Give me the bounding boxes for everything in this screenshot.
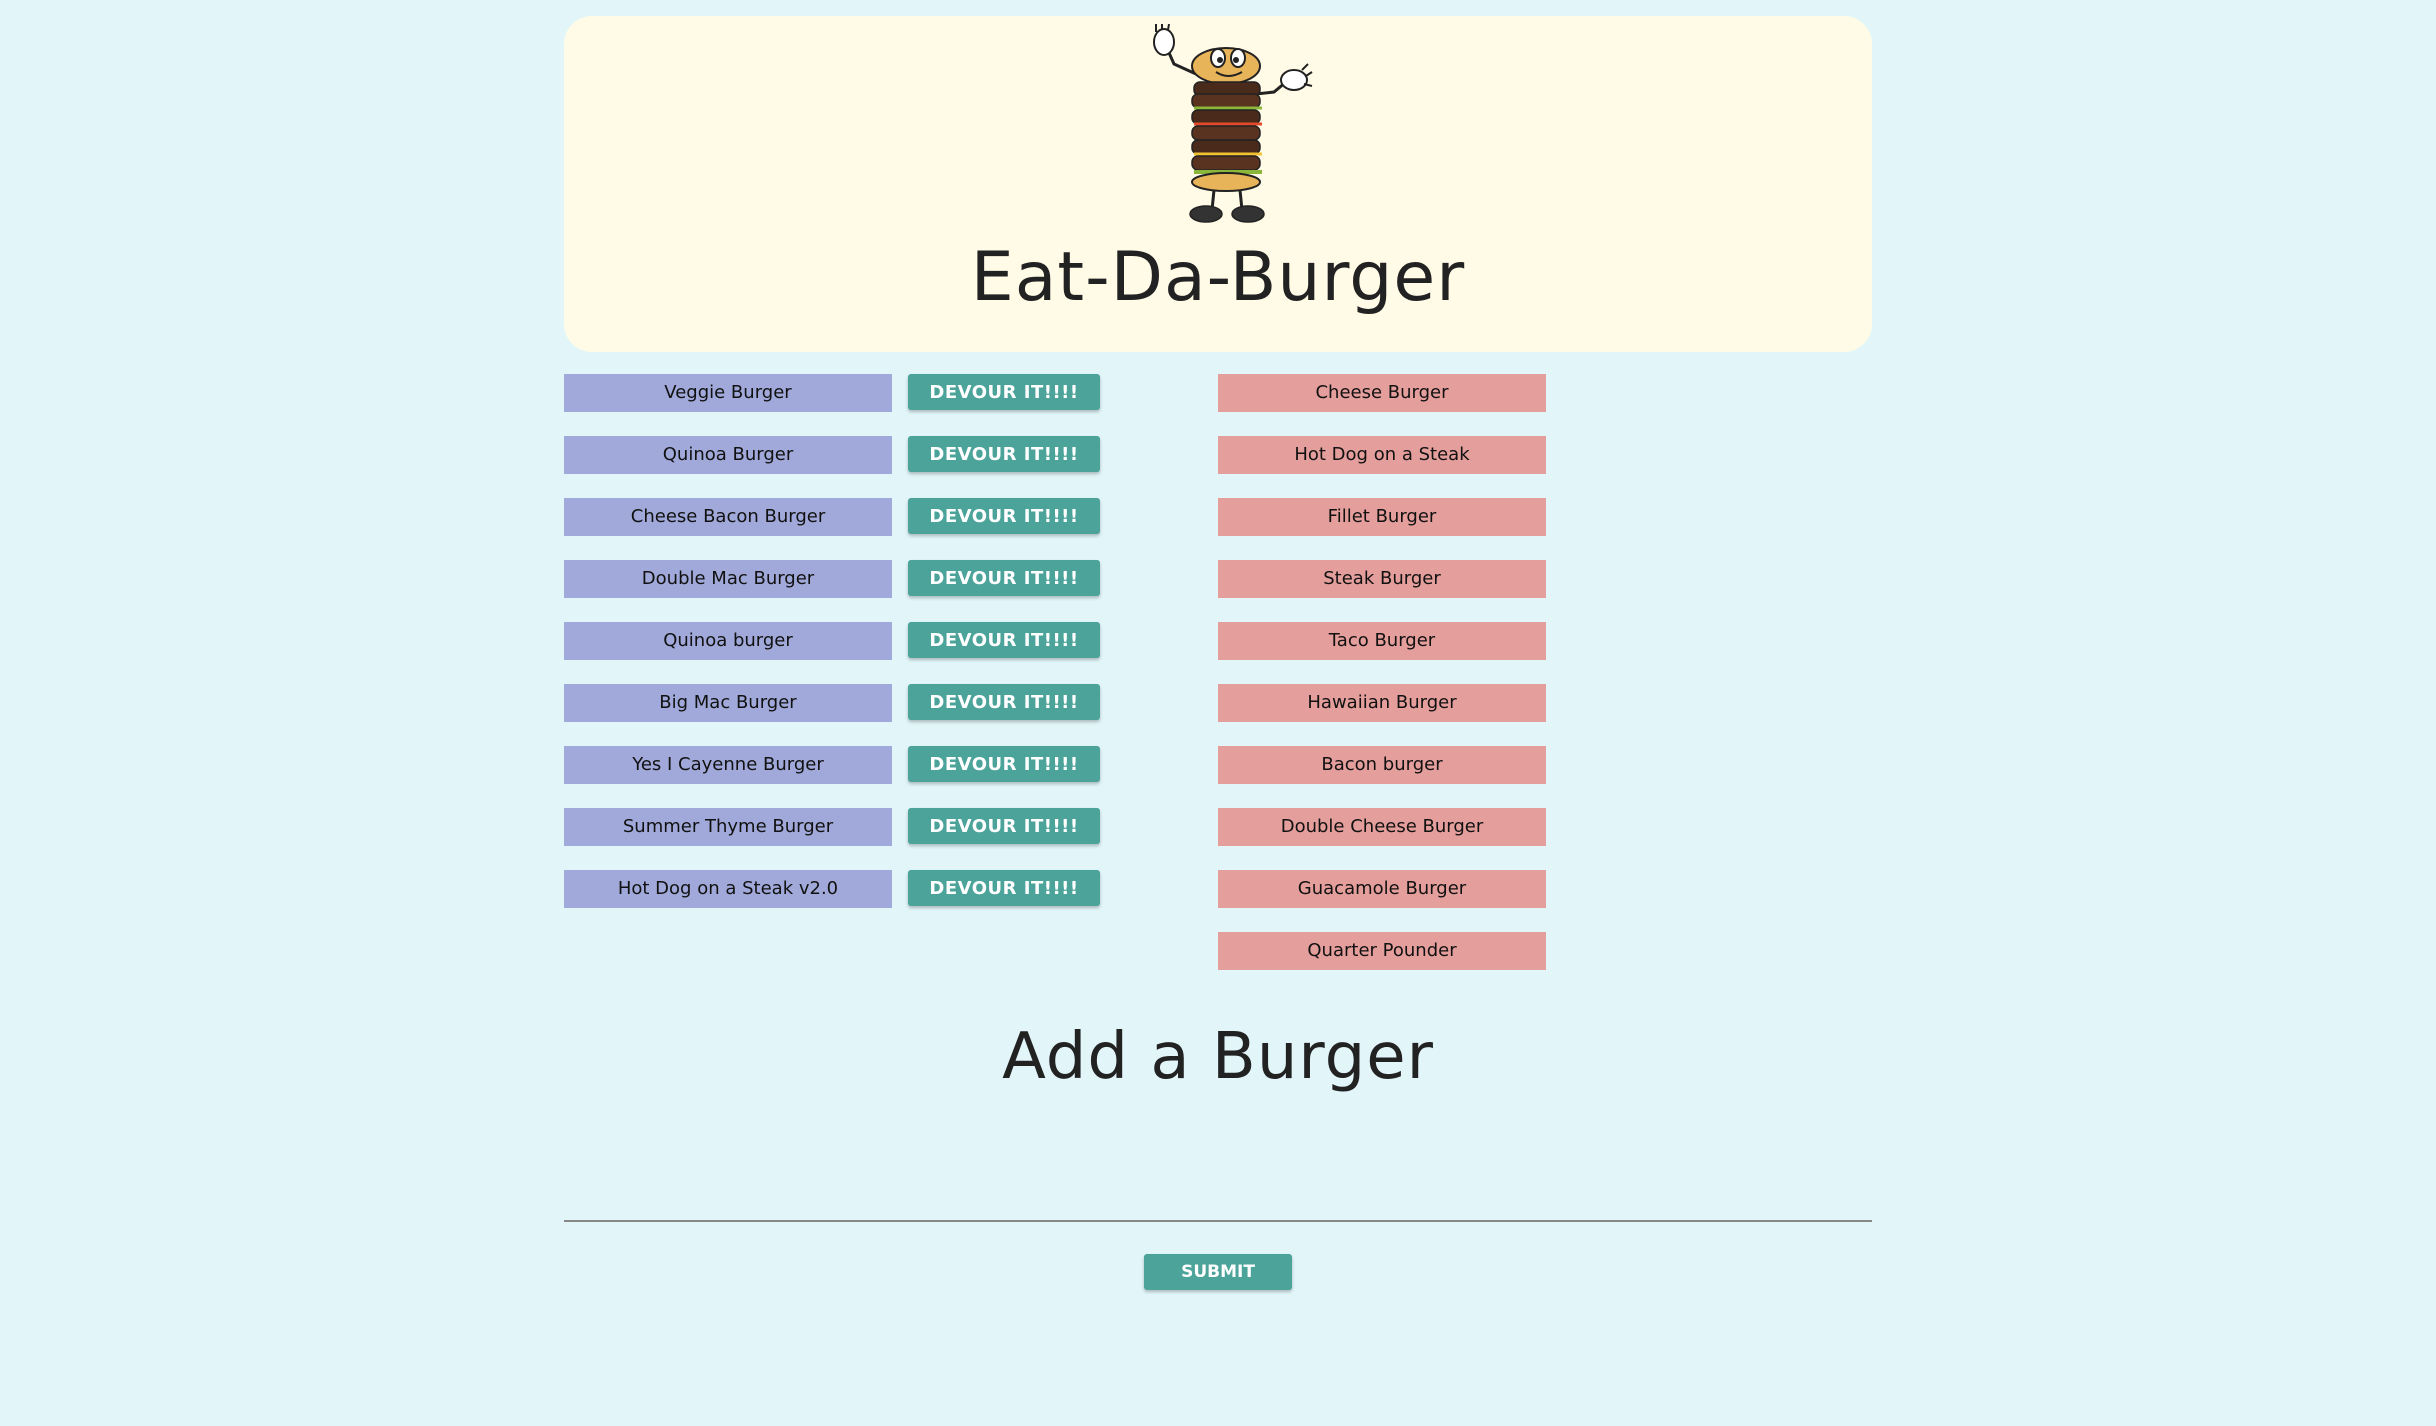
uneaten-burger-item: Veggie Burger <box>564 374 892 412</box>
uneaten-burger-item: Hot Dog on a Steak v2.0 <box>564 870 892 908</box>
uneaten-burger-item: Double Mac Burger <box>564 560 892 598</box>
devoured-burger-item: Hot Dog on a Steak <box>1218 436 1546 474</box>
uneaten-burger-item: Big Mac Burger <box>564 684 892 722</box>
burger-name-input[interactable] <box>564 1192 1872 1222</box>
devoured-burger-item: Cheese Burger <box>1218 374 1546 412</box>
devoured-burger-list: Cheese Burger Hot Dog on a Steak Fillet … <box>1218 374 1546 994</box>
devoured-burger-item: Fillet Burger <box>1218 498 1546 536</box>
devoured-burger-item: Steak Burger <box>1218 560 1546 598</box>
devoured-burger-item: Guacamole Burger <box>1218 870 1546 908</box>
devour-button[interactable]: DEVOUR IT!!!! <box>908 560 1100 596</box>
devoured-burger-item: Double Cheese Burger <box>1218 808 1546 846</box>
uneaten-burger-item: Cheese Bacon Burger <box>564 498 892 536</box>
devour-button[interactable]: DEVOUR IT!!!! <box>908 436 1100 472</box>
devour-button[interactable]: DEVOUR IT!!!! <box>908 808 1100 844</box>
devour-button[interactable]: DEVOUR IT!!!! <box>908 746 1100 782</box>
page-container: Eat-Da-Burger Veggie Burger Quinoa Burge… <box>564 16 1872 1290</box>
burger-mascot-icon <box>1153 24 1313 223</box>
page-title: Eat-Da-Burger <box>970 238 1466 317</box>
header-panel: Eat-Da-Burger <box>564 16 1872 352</box>
devoured-burger-item: Bacon burger <box>1218 746 1546 784</box>
devour-button[interactable]: DEVOUR IT!!!! <box>908 684 1100 720</box>
devoured-burger-item: Taco Burger <box>1218 622 1546 660</box>
uneaten-burger-item: Quinoa Burger <box>564 436 892 474</box>
submit-button[interactable]: SUBMIT <box>1144 1254 1292 1290</box>
uneaten-burger-item: Summer Thyme Burger <box>564 808 892 846</box>
devour-button[interactable]: DEVOUR IT!!!! <box>908 498 1100 534</box>
devour-button-list: DEVOUR IT!!!! DEVOUR IT!!!! DEVOUR IT!!!… <box>908 374 1100 932</box>
uneaten-burger-list: Veggie Burger Quinoa Burger Cheese Bacon… <box>564 374 892 932</box>
devour-button[interactable]: DEVOUR IT!!!! <box>908 622 1100 658</box>
devoured-burger-item: Quarter Pounder <box>1218 932 1546 970</box>
devoured-burger-item: Hawaiian Burger <box>1218 684 1546 722</box>
devour-button[interactable]: DEVOUR IT!!!! <box>908 374 1100 410</box>
add-burger-title: Add a Burger <box>1002 1020 1434 1094</box>
uneaten-burger-item: Quinoa burger <box>564 622 892 660</box>
devour-button[interactable]: DEVOUR IT!!!! <box>908 870 1100 906</box>
uneaten-burger-item: Yes I Cayenne Burger <box>564 746 892 784</box>
